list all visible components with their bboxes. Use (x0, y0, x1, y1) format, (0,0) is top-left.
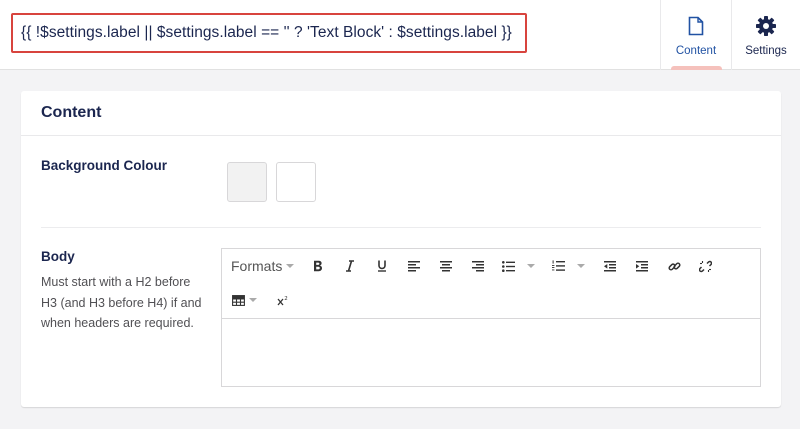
table-icon (232, 294, 245, 306)
underline-button[interactable] (373, 255, 391, 277)
superscript-icon: 2 (277, 296, 288, 305)
background-colour-label: Background Colour (41, 158, 168, 173)
active-tab-indicator (671, 66, 722, 70)
panel-header: Content (21, 91, 781, 136)
tab-content[interactable]: Content (660, 0, 731, 70)
align-center-button[interactable] (437, 255, 455, 277)
indent-button[interactable] (633, 255, 651, 277)
tab-settings-label: Settings (745, 45, 787, 57)
insert-table-button[interactable] (232, 289, 257, 311)
bullet-list-button[interactable] (502, 255, 535, 277)
insert-link-button[interactable] (665, 255, 683, 277)
editor-toolbar: Formats 2 (222, 249, 760, 319)
body-label: Body (41, 249, 75, 264)
document-icon (688, 15, 704, 37)
underline-icon (378, 260, 386, 272)
editor-content-area[interactable] (222, 319, 760, 386)
align-left-button[interactable] (405, 255, 423, 277)
tab-settings[interactable]: Settings (731, 0, 800, 70)
block-name-field[interactable]: {{ !$settings.label || $settings.label =… (11, 13, 527, 53)
bold-button[interactable] (309, 255, 327, 277)
align-right-icon (472, 260, 484, 271)
align-right-button[interactable] (469, 255, 487, 277)
italic-button[interactable] (341, 255, 359, 277)
property-divider (41, 227, 761, 228)
tab-content-label: Content (675, 45, 717, 57)
indent-icon (636, 260, 648, 271)
gear-icon (755, 15, 777, 37)
numbered-list-icon (552, 260, 565, 271)
bold-icon (314, 260, 322, 272)
chevron-down-icon (249, 298, 257, 302)
align-center-icon (440, 260, 452, 271)
rich-text-editor: Formats 2 (221, 248, 761, 387)
body-description: Must start with a H2 before H3 (and H3 b… (41, 275, 202, 330)
link-icon (667, 261, 681, 271)
chevron-down-icon (577, 264, 585, 268)
align-left-icon (408, 260, 420, 271)
unlink-icon (698, 260, 712, 272)
block-name-text: {{ !$settings.label || $settings.label =… (21, 24, 512, 41)
editor-header: {{ !$settings.label || $settings.label =… (0, 0, 800, 70)
panel-title: Content (41, 104, 102, 121)
remove-link-button[interactable] (696, 255, 714, 277)
chevron-down-icon (286, 264, 295, 268)
italic-icon (346, 260, 354, 272)
chevron-down-icon (527, 264, 535, 268)
colour-swatch-grey[interactable] (227, 162, 267, 202)
content-panel: Content Background Colour Body Must star… (21, 91, 781, 407)
superscript-button[interactable]: 2 (275, 289, 291, 311)
colour-swatch-white[interactable] (276, 162, 316, 202)
svg-text:2: 2 (284, 296, 288, 302)
numbered-list-button[interactable] (552, 255, 585, 277)
outdent-icon (604, 260, 616, 271)
outdent-button[interactable] (601, 255, 619, 277)
bullet-list-icon (502, 260, 515, 272)
formats-label: Formats (231, 258, 283, 274)
formats-dropdown[interactable]: Formats (231, 255, 295, 277)
